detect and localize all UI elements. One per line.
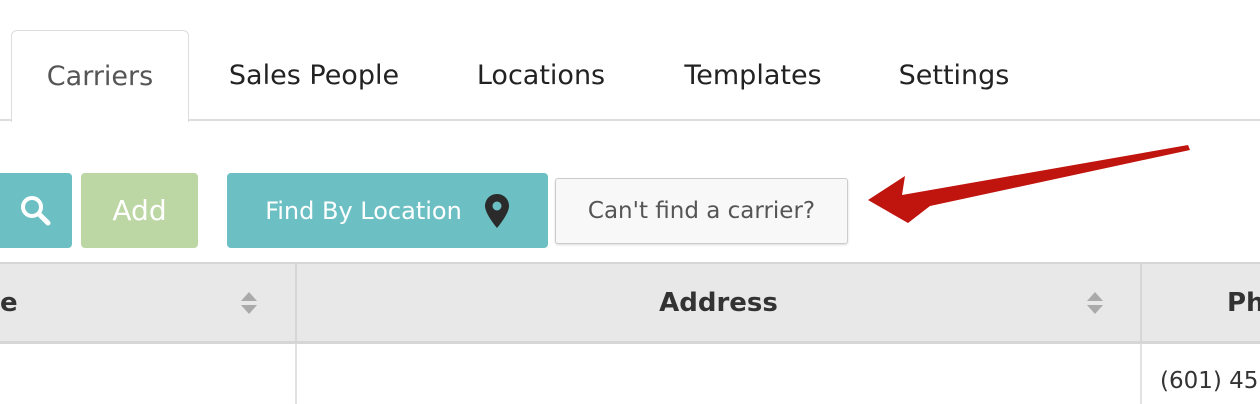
table-row[interactable]: (601) 45 xyxy=(0,344,1260,404)
column-header-address[interactable]: Address xyxy=(297,264,1140,341)
tab-bar: Carriers Sales People Locations Template… xyxy=(0,0,1260,122)
annotation-arrow xyxy=(868,145,1190,223)
table-header: e Address Ph xyxy=(0,262,1260,344)
map-marker-icon xyxy=(484,193,509,228)
add-button-label: Add xyxy=(112,194,167,227)
column-header-phone-label: Ph xyxy=(1227,287,1260,318)
tab-sales-people[interactable]: Sales People xyxy=(210,30,418,120)
tab-bar-divider xyxy=(0,119,1260,121)
cell-phone: (601) 45 xyxy=(1160,368,1259,394)
tab-carriers[interactable]: Carriers xyxy=(11,30,189,122)
tab-settings[interactable]: Settings xyxy=(884,30,1024,120)
column-header-address-label: Address xyxy=(659,287,778,318)
column-divider xyxy=(1140,344,1142,404)
search-icon xyxy=(21,195,51,225)
column-header-phone[interactable]: Ph xyxy=(1142,264,1260,341)
cant-find-carrier-label: Can't find a carrier? xyxy=(587,198,816,224)
column-divider xyxy=(295,344,297,404)
tab-templates[interactable]: Templates xyxy=(668,30,838,120)
tab-locations[interactable]: Locations xyxy=(460,30,622,120)
add-button[interactable]: Add xyxy=(81,173,198,248)
cant-find-carrier-button[interactable]: Can't find a carrier? xyxy=(555,178,848,244)
find-by-location-label: Find By Location xyxy=(265,196,462,225)
find-by-location-button[interactable]: Find By Location xyxy=(227,173,548,248)
sort-icon[interactable] xyxy=(1086,290,1104,316)
column-header-name-label: e xyxy=(0,287,18,318)
page: Carriers Sales People Locations Template… xyxy=(0,0,1260,404)
search-button[interactable] xyxy=(0,173,72,248)
sort-icon[interactable] xyxy=(240,290,258,316)
